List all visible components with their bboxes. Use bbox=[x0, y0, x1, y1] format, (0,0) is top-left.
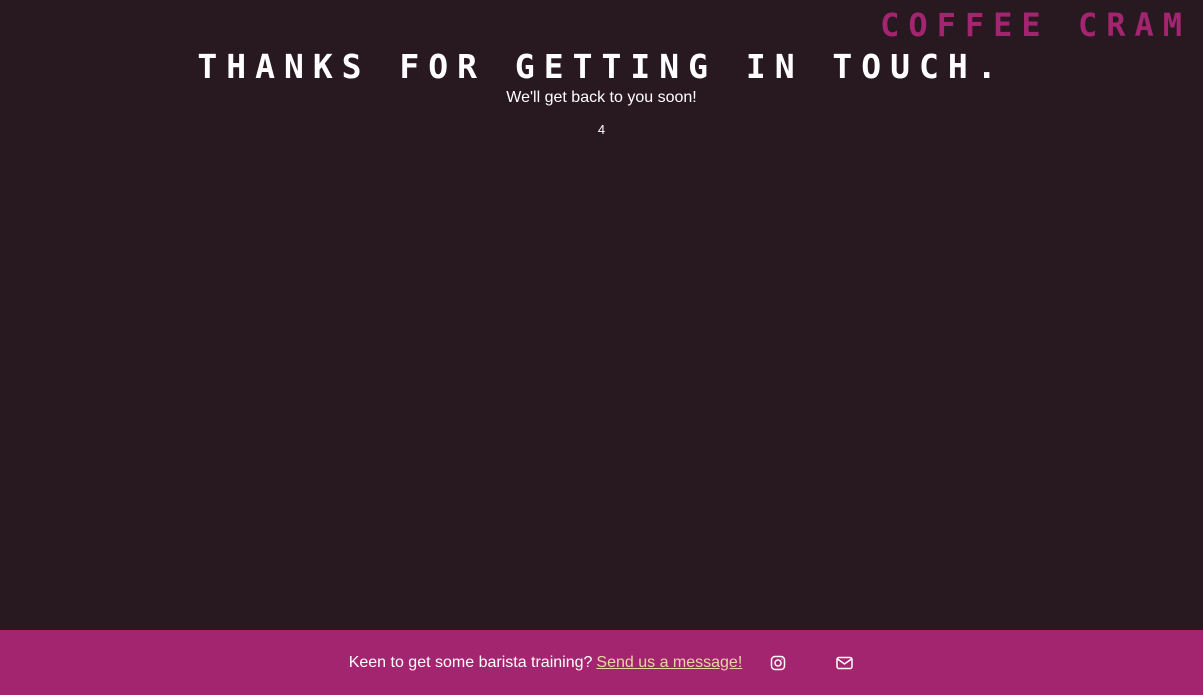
contact-link[interactable]: Send us a message! bbox=[596, 654, 742, 672]
page: COFFEE CRAM THANKS FOR GETTING IN TOUCH.… bbox=[0, 0, 1203, 695]
page-title: THANKS FOR GETTING IN TOUCH. bbox=[197, 47, 1006, 86]
brand-logo[interactable]: COFFEE CRAM bbox=[880, 6, 1191, 44]
redirect-countdown: 4 bbox=[597, 122, 606, 137]
footer: Keen to get some barista training? Send … bbox=[0, 630, 1203, 695]
confirmation-message: We'll get back to you soon! bbox=[506, 89, 697, 106]
footer-prompt: Keen to get some barista training? bbox=[348, 653, 593, 671]
instagram-icon[interactable] bbox=[768, 653, 788, 673]
mail-icon[interactable] bbox=[834, 653, 854, 673]
thank-you-section: THANKS FOR GETTING IN TOUCH. We'll get b… bbox=[0, 48, 1203, 138]
